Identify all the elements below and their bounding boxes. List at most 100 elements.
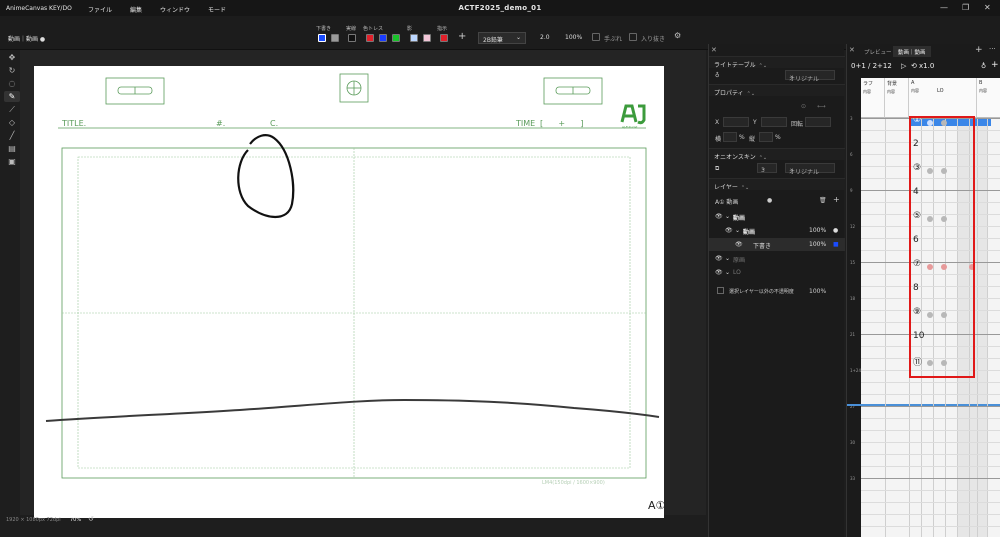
eye-icon[interactable]: 👁 xyxy=(725,227,733,234)
rotation-input[interactable] xyxy=(805,117,831,127)
add-color-button[interactable]: + xyxy=(458,31,466,42)
layer-color-icon: ■ xyxy=(833,241,839,248)
opacity-row: 選択レイヤー以外の不透明度 100% xyxy=(709,284,845,297)
panel-close-icon[interactable]: ✕ xyxy=(711,46,717,54)
frame-tool-icon[interactable]: ▣ xyxy=(4,156,20,167)
gear-icon[interactable]: ⚙ xyxy=(674,31,681,40)
chevron-icon[interactable]: ⌄ xyxy=(725,213,730,220)
timeline-bulb-icon[interactable]: ♁ xyxy=(981,62,986,70)
height-input[interactable] xyxy=(759,132,773,142)
more-icon[interactable]: ··· xyxy=(989,45,996,53)
chevron-icon[interactable]: ⌄ xyxy=(725,255,730,262)
time-bracket: [ + ] xyxy=(540,119,583,128)
title-field: TITLE. xyxy=(61,119,86,128)
trash-icon[interactable]: 🗑 xyxy=(819,197,827,204)
color-swatch[interactable] xyxy=(379,34,387,42)
move-tool-icon[interactable]: ✥ xyxy=(4,52,20,63)
add-tab-button[interactable]: + xyxy=(975,45,983,55)
minimize-icon[interactable]: — xyxy=(940,3,948,12)
frame-info: 0+1 / 2+12 xyxy=(851,62,892,70)
color-swatch[interactable] xyxy=(392,34,400,42)
layer-row[interactable]: 👁 ⌄ LO xyxy=(709,266,845,279)
maximize-icon[interactable]: ❐ xyxy=(962,3,969,12)
column-header-b[interactable]: B 内容 xyxy=(977,78,1000,118)
timeline-add-button[interactable]: + xyxy=(991,60,999,70)
layers-header[interactable]: レイヤー ⌃⌄ xyxy=(709,178,845,191)
current-layer-label: 動画｜動画 ● xyxy=(8,36,46,43)
color-swatch[interactable] xyxy=(440,34,448,42)
tab-preview[interactable]: プレビュー xyxy=(859,46,897,57)
eye-icon[interactable]: 👁 xyxy=(715,255,723,262)
chevron-icon[interactable]: ⌄ xyxy=(735,227,740,234)
status-bar: 1920 × 1080px 72dpi 70% ↺ xyxy=(0,514,100,526)
ruler-tick: 3 xyxy=(850,116,853,121)
onion-count-select[interactable]: 3 ⌄ xyxy=(757,163,777,174)
lighttable-mode-select[interactable]: オリジナル ⌄ xyxy=(785,70,835,83)
lighttable-header[interactable]: ライトテーブル ⌃⌄ xyxy=(709,56,845,69)
link-icon[interactable]: ⟷ xyxy=(817,103,826,110)
timesheet-close-icon[interactable]: ✕ xyxy=(849,46,855,54)
add-layer-button[interactable]: + xyxy=(833,195,840,204)
taper-checkbox[interactable] xyxy=(629,33,637,41)
ruler-tick: 1+24 xyxy=(850,368,861,373)
eye-icon[interactable]: 👁 xyxy=(715,269,723,276)
color-swatch[interactable] xyxy=(423,34,431,42)
brush-select[interactable]: 2B鉛筆 ⌄ xyxy=(478,32,526,44)
stabilizer-checkbox[interactable] xyxy=(592,33,600,41)
color-swatch[interactable] xyxy=(331,34,339,42)
ruler-tick: 12 xyxy=(850,224,856,229)
opacity-value[interactable]: 100% xyxy=(565,34,582,41)
zoom-level[interactable]: 70% xyxy=(70,517,81,523)
lock-icon[interactable]: ⊙ xyxy=(801,103,806,110)
column-header-bg[interactable]: 背景 内容 xyxy=(885,78,909,118)
onion-mode-select[interactable]: オリジナル ⌄ xyxy=(785,163,835,176)
x-input[interactable] xyxy=(723,117,749,127)
opacity-checkbox[interactable] xyxy=(717,287,724,294)
eye-icon[interactable]: 👁 xyxy=(735,241,743,248)
drawn-stroke-ground xyxy=(45,398,660,422)
layer-row[interactable]: 👁 ⌄ 動画 xyxy=(709,210,845,223)
lasso-tool-icon[interactable]: ◌ xyxy=(4,78,20,89)
rotate-tool-icon[interactable]: ↻ xyxy=(4,65,20,76)
brush-tool-icon[interactable]: ⟋ xyxy=(4,104,20,115)
pencil-tool-icon[interactable]: ✎ xyxy=(4,91,20,102)
color-swatch[interactable] xyxy=(348,34,356,42)
layer-row[interactable]: 👁 ⌄ 動画 100% ● xyxy=(709,224,845,237)
column-header-a[interactable]: A 内容 LO xyxy=(909,78,977,118)
lightbulb-icon[interactable]: ♁ xyxy=(715,72,719,79)
ruler-tick: 18 xyxy=(850,296,856,301)
fill-tool-icon[interactable]: ▤ xyxy=(4,143,20,154)
eraser-tool-icon[interactable]: ◇ xyxy=(4,117,20,128)
color-swatch[interactable] xyxy=(410,34,418,42)
property-header[interactable]: プロパティ ⌃⌄ xyxy=(709,84,845,97)
y-input[interactable] xyxy=(761,117,787,127)
color-swatch[interactable] xyxy=(318,34,326,42)
onion-row: ⧉ 3 ⌄ オリジナル ⌄ xyxy=(709,162,845,176)
frame-ruler: 3 6 9 12 15 18 21 1+24 27 30 33 xyxy=(847,78,861,537)
column-header-rough[interactable]: ラフ 内容 xyxy=(861,78,885,118)
ruler-tick: 15 xyxy=(850,260,856,265)
loop-icon[interactable]: ⟲ xyxy=(911,62,917,70)
animation-paper[interactable]: AJ-Futurist TITLE. #. C. TIME [ + ] LM4(… xyxy=(34,66,666,518)
swatch-label: 実線 xyxy=(346,26,357,32)
chevron-icon[interactable]: ⌄ xyxy=(725,269,730,276)
onion-header[interactable]: オニオンスキン ⌃⌄ xyxy=(709,148,845,161)
width-input[interactable] xyxy=(723,132,737,142)
color-swatch[interactable] xyxy=(366,34,374,42)
eye-icon[interactable]: 👁 xyxy=(715,213,723,220)
brush-size-value[interactable]: 2.0 xyxy=(540,34,550,41)
layer-selection-row: A① 動画 ● 🗑 + xyxy=(715,195,840,206)
line-tool-icon[interactable]: ╱ xyxy=(4,130,20,141)
layer-row[interactable]: 👁 ⌄ 原画 xyxy=(709,252,845,265)
reset-rotation-icon[interactable]: ↺ xyxy=(88,515,94,523)
speed-value[interactable]: x1.0 xyxy=(919,62,934,70)
close-icon[interactable]: ✕ xyxy=(984,3,991,12)
selection-highlight xyxy=(909,116,975,378)
layer-opacity: 100% xyxy=(809,241,827,248)
ruler-tick: 6 xyxy=(850,152,853,157)
tab-timesheet[interactable]: 動画｜動画 xyxy=(893,46,931,57)
cut-field: C. xyxy=(270,119,278,128)
play-icon[interactable]: ▷ xyxy=(901,62,906,70)
layer-row[interactable]: 👁 下書き 100% ■ xyxy=(709,238,845,251)
onion-icon[interactable]: ⧉ xyxy=(715,165,719,173)
